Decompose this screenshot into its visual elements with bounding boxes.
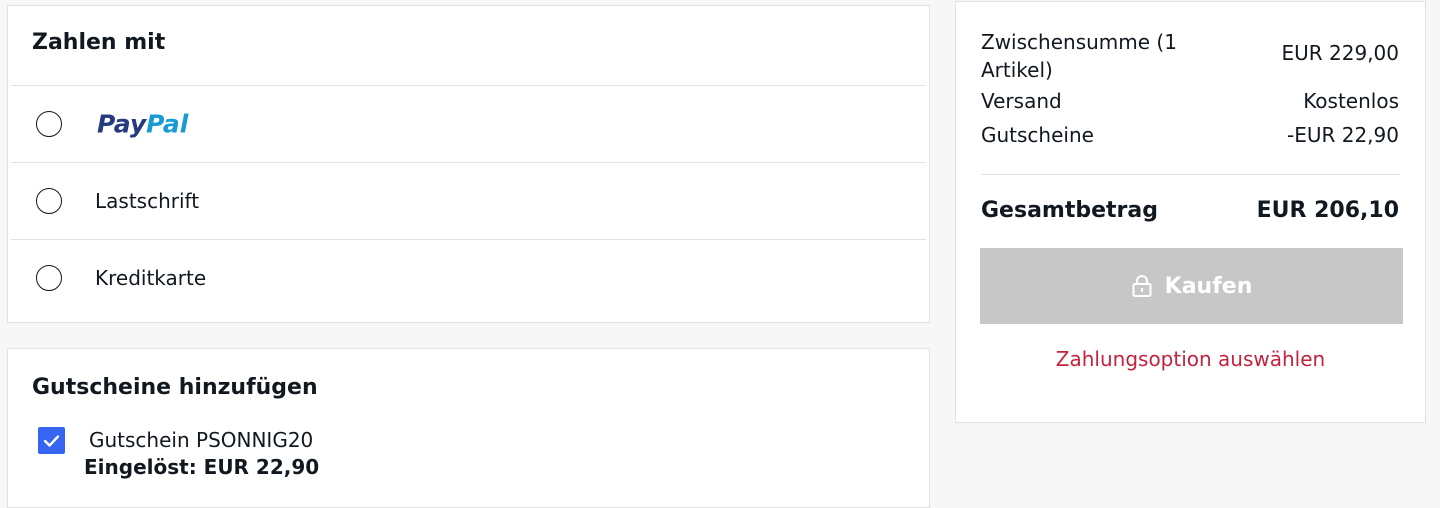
buy-button-label: Kaufen — [1164, 273, 1253, 299]
subtotal-label: Zwischensumme (1 Artikel) — [981, 30, 1177, 82]
order-summary-card: Zwischensumme (1 Artikel) EUR 229,00 Vers… — [955, 1, 1426, 423]
paypal-logo: PayPal — [97, 109, 189, 139]
coupons-card: Gutscheine hinzufügen Gutschein PSONNIG2… — [7, 348, 930, 508]
payment-option-label: Kreditkarte — [95, 266, 207, 290]
coupons-summary-value: -EUR 22,90 — [1286, 123, 1399, 147]
checkmark-icon — [43, 435, 60, 447]
payment-option-paypal[interactable]: PayPal — [11, 85, 926, 162]
select-payment-hint: Zahlungsoption auswählen — [1055, 347, 1326, 371]
coupons-summary-label: Gutscheine — [981, 123, 1094, 147]
radio-button[interactable] — [36, 265, 62, 291]
payment-option-kreditkarte[interactable]: Kreditkarte — [11, 239, 926, 316]
lock-icon — [1132, 275, 1152, 297]
coupon-checkbox[interactable] — [38, 427, 65, 454]
payment-option-label: Lastschrift — [95, 189, 200, 213]
buy-button[interactable]: Kaufen — [980, 248, 1403, 324]
radio-button[interactable] — [36, 111, 62, 137]
summary-divider — [981, 174, 1400, 175]
payment-methods-card: Zahlen mit PayPal Lastschrift Kreditkart… — [7, 5, 930, 323]
payment-section-title: Zahlen mit — [32, 30, 166, 55]
payment-option-lastschrift[interactable]: Lastschrift — [11, 162, 926, 239]
coupon-label: Gutschein PSONNIG20 — [89, 428, 314, 452]
subtotal-value: EUR 229,00 — [1281, 41, 1399, 65]
coupon-redeemed-amount: Eingelöst: EUR 22,90 — [84, 455, 320, 479]
radio-button[interactable] — [36, 188, 62, 214]
coupons-section-title: Gutscheine hinzufügen — [32, 375, 318, 400]
shipping-label: Versand — [981, 89, 1062, 113]
total-value: EUR 206,10 — [1256, 198, 1399, 223]
shipping-value: Kostenlos — [1303, 89, 1399, 113]
total-label: Gesamtbetrag — [981, 198, 1158, 223]
